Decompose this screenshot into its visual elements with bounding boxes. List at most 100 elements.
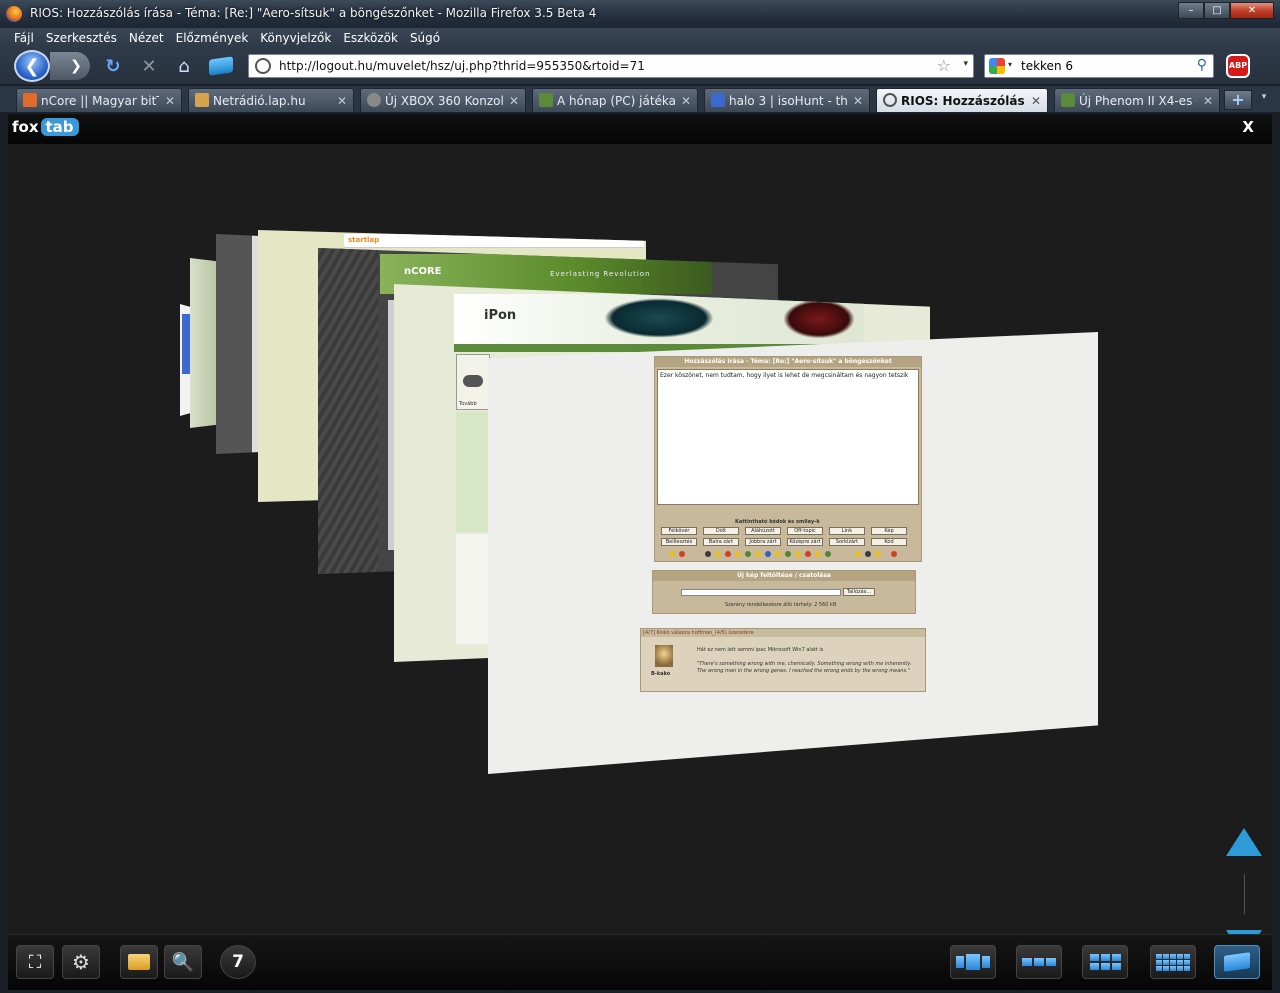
view-row-button[interactable] [1016, 945, 1062, 979]
tab-close-icon[interactable]: ✕ [853, 93, 863, 109]
forward-button[interactable]: ❯ [50, 52, 90, 80]
menu-file[interactable]: Fájl [8, 28, 40, 48]
image-button[interactable]: Kép [871, 527, 907, 535]
minimize-button[interactable]: – [1178, 2, 1204, 19]
smiley-icon[interactable] [855, 551, 861, 557]
smiley-icon[interactable] [669, 551, 675, 557]
view-carousel-button[interactable] [950, 945, 996, 979]
view-stack-button-active[interactable] [1214, 945, 1260, 979]
smiley-icon[interactable] [755, 551, 761, 557]
align-center-button[interactable]: Középre zárt [787, 538, 823, 546]
menu-help[interactable]: Súgó [404, 28, 446, 48]
tab-favicon [711, 93, 725, 107]
upload-file-field[interactable] [681, 589, 841, 596]
search-icon[interactable]: ⚲ [1197, 57, 1207, 73]
tab-pc-game[interactable]: A hónap (PC) játéka ... ✕ [532, 88, 698, 112]
search-tabs-button[interactable]: 🔍 [164, 945, 202, 979]
menu-bookmarks[interactable]: Könyvjelzők [254, 28, 337, 48]
italic-button[interactable]: Dőlt [703, 527, 739, 535]
smiley-icon[interactable] [875, 551, 881, 557]
smiley-icon[interactable] [745, 551, 751, 557]
maximize-button[interactable]: □ [1204, 2, 1230, 19]
tab-close-icon[interactable]: ✕ [165, 93, 175, 109]
tab-thumbnail-2[interactable] [190, 258, 218, 428]
offtopic-button[interactable]: Off-topic [787, 527, 823, 535]
tab-close-icon[interactable]: ✕ [337, 93, 347, 109]
smiley-icon[interactable] [825, 551, 831, 557]
smiley-icon[interactable] [715, 551, 721, 557]
tab-thumbnail-3[interactable] [216, 234, 264, 454]
url-input[interactable] [279, 57, 919, 75]
bookmark-star-icon[interactable]: ☆ [937, 56, 951, 75]
search-bar[interactable]: ▾ ⚲ [984, 54, 1214, 78]
smiley-icon[interactable] [775, 551, 781, 557]
underline-button[interactable]: Aláhúzott [745, 527, 781, 535]
close-window-button[interactable]: ✕ [1230, 2, 1274, 19]
smiley-icon[interactable] [679, 551, 685, 557]
folder-button[interactable] [120, 945, 158, 979]
code-button[interactable]: Kód [871, 538, 907, 546]
back-button[interactable]: ❮ [14, 50, 50, 82]
tab-close-icon[interactable]: ✕ [681, 93, 691, 109]
tab-phenom[interactable]: Új Phenom II X4-es C... ✕ [1054, 88, 1220, 112]
paste-button[interactable]: Beillesztés [661, 538, 697, 546]
stop-button[interactable]: ✕ [136, 52, 162, 80]
link-button[interactable]: Link [829, 527, 865, 535]
view-grid-button[interactable] [1082, 945, 1128, 979]
fullscreen-button[interactable]: ⛶ [16, 945, 54, 979]
url-dropdown-icon[interactable]: ▾ [963, 59, 968, 69]
tab-list-button[interactable]: ▾ [1256, 92, 1272, 110]
smiley-icon[interactable] [725, 551, 731, 557]
tab-favicon [23, 93, 37, 107]
tab-isohunt[interactable]: halo 3 | isoHunt - the... ✕ [704, 88, 870, 112]
smiley-icon[interactable] [805, 551, 811, 557]
adblock-plus-button[interactable]: ABP [1226, 54, 1250, 78]
smiley-icon[interactable] [765, 551, 771, 557]
smiley-icon[interactable] [785, 551, 791, 557]
smiley-icon[interactable] [865, 551, 871, 557]
tab-netradio[interactable]: Netrádió.lap.hu ✕ [188, 88, 354, 112]
bold-button[interactable]: Félkövér [661, 527, 697, 535]
smiley-icon[interactable] [795, 551, 801, 557]
startlap-header: startlap [344, 234, 644, 248]
tab-xbox[interactable]: Új XBOX 360 Konzolo... ✕ [360, 88, 526, 112]
smiley-icon[interactable] [815, 551, 821, 557]
tab-ncore[interactable]: nCore || Magyar bitT... ✕ [16, 88, 182, 112]
tab-close-icon[interactable]: ✕ [509, 93, 519, 109]
browse-button[interactable]: Tallózás... [843, 588, 875, 596]
tab-close-icon[interactable]: ✕ [1203, 93, 1213, 109]
menu-tools[interactable]: Eszközök [337, 28, 404, 48]
align-left-button[interactable]: Balra zárt [703, 538, 739, 546]
reload-button[interactable]: ↻ [100, 52, 126, 80]
google-engine-icon[interactable] [989, 58, 1005, 74]
foxtab-close-button[interactable]: X [1242, 118, 1254, 136]
settings-button[interactable]: ⚙ [62, 945, 100, 979]
site-identity-icon[interactable] [255, 58, 271, 74]
new-tab-button[interactable]: + [1224, 90, 1252, 110]
gamepad-icon [463, 375, 483, 387]
search-input[interactable] [1021, 57, 1181, 75]
foxtab-3d-stage: startlap nCORE Everlasting Revolution iP… [8, 144, 1272, 934]
justify-button[interactable]: Sorkizárt [829, 538, 865, 546]
engine-dropdown-icon[interactable]: ▾ [1008, 60, 1012, 69]
carousel-view-icon [956, 954, 990, 970]
view-dense-grid-button[interactable] [1150, 945, 1196, 979]
smiley-icon[interactable] [705, 551, 711, 557]
post-textarea[interactable]: Ezer köszönet, nem tudtam, hogy ilyet is… [657, 369, 919, 505]
url-bar[interactable]: ☆ ▾ [248, 54, 974, 78]
tab-close-icon[interactable]: ✕ [1031, 93, 1041, 109]
home-button[interactable]: ⌂ [170, 52, 198, 80]
menu-view[interactable]: Nézet [123, 28, 170, 48]
menu-edit[interactable]: Szerkesztés [40, 28, 123, 48]
align-right-button[interactable]: Jobbra zárt [745, 538, 781, 546]
menu-history[interactable]: Előzmények [170, 28, 255, 48]
tab-thumbnail-rios-active[interactable]: Hozzászólás írása · Téma: [Re:] "Aero-sí… [488, 332, 1098, 774]
ncore-slogan: Everlasting Revolution [550, 270, 651, 278]
smiley-icon[interactable] [891, 551, 897, 557]
foxtab-toolbar-button[interactable] [206, 52, 236, 80]
smiley-icon[interactable] [735, 551, 741, 557]
tab-rios-active[interactable]: RIOS: Hozzászólás ír... ✕ [876, 88, 1048, 112]
tab-favicon [367, 93, 381, 107]
browser-window: RIOS: Hozzászólás írása - Téma: [Re:] "A… [0, 0, 1280, 993]
scroll-up-arrow-icon[interactable] [1226, 828, 1262, 856]
